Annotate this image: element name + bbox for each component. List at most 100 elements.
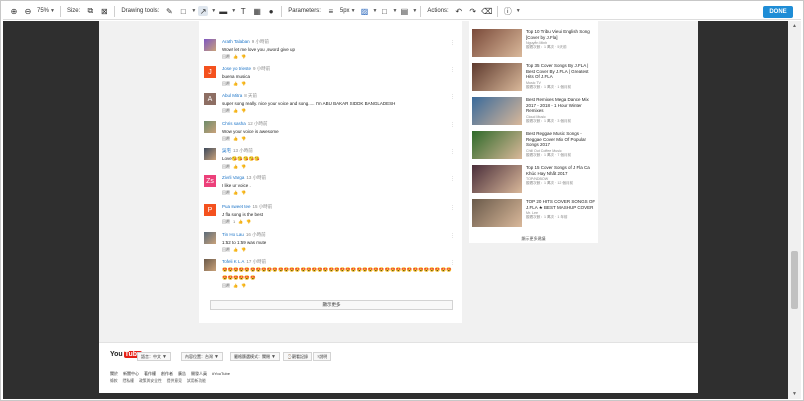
footer-link[interactable]: 條款 — [110, 379, 118, 383]
avatar[interactable]: P — [204, 204, 216, 216]
undo-icon[interactable]: ↶ — [454, 6, 464, 16]
more-options-icon[interactable]: ⋮ — [450, 149, 455, 155]
chevron-down-icon[interactable]: ▼ — [373, 8, 378, 14]
footer-link[interactable]: 新聞中心 — [123, 371, 139, 376]
scroll-down-icon[interactable]: ▼ — [792, 391, 797, 397]
thumbs-up-icon[interactable]: 👍 — [233, 164, 238, 169]
history-button[interactable]: ⌚ 觀看記錄 — [283, 352, 312, 361]
comment-author[interactable]: Tofeli K L A — [222, 259, 244, 264]
stroke-color-icon[interactable]: ▨ — [360, 6, 370, 16]
video-thumbnail[interactable] — [472, 63, 522, 91]
more-options-icon[interactable]: ⋮ — [450, 176, 455, 182]
crop-icon[interactable]: ⧉ — [85, 6, 95, 16]
related-video-item[interactable]: Top 10 Tribu Vieui English Song [Cover b… — [472, 29, 596, 59]
comment-author[interactable]: Jose yo trieste — [222, 66, 251, 71]
done-button[interactable]: DONE — [763, 6, 793, 18]
thumbs-up-icon[interactable]: 👍 — [238, 219, 243, 224]
comment-time[interactable]: 13 小時前 — [246, 175, 266, 180]
avatar[interactable]: J — [204, 66, 216, 78]
fill-color-icon[interactable]: □ — [379, 6, 389, 16]
related-video-item[interactable]: Top 35 Cover Songs By J.FLA | Best Cover… — [472, 63, 596, 93]
video-thumbnail[interactable] — [472, 199, 522, 227]
reply-link[interactable]: 回覆 — [222, 190, 230, 195]
video-thumbnail[interactable] — [472, 97, 522, 125]
comment-author[interactable]: 吳宅 — [222, 148, 231, 153]
scroll-thumb[interactable] — [791, 251, 798, 309]
resize-icon[interactable]: ⊠ — [99, 6, 109, 16]
scroll-up-icon[interactable]: ▲ — [792, 23, 797, 29]
blur-icon[interactable]: ▦ — [252, 6, 262, 16]
video-thumbnail[interactable] — [472, 165, 522, 193]
comment-time[interactable]: 9 小時前 — [253, 66, 270, 71]
video-title[interactable]: Top 10 Tribu Vieui English Song [Cover b… — [526, 29, 596, 40]
video-thumbnail[interactable] — [472, 131, 522, 159]
related-video-item[interactable]: Best Reggae Music Songs - Reggae Cover M… — [472, 131, 596, 161]
thumbs-up-icon[interactable]: 👍 — [233, 108, 238, 113]
comment-author[interactable]: Zivrli Varga — [222, 175, 244, 180]
reply-link[interactable]: 回覆 — [222, 136, 230, 141]
footer-link[interactable]: 關於 — [110, 371, 118, 376]
thumbs-down-icon[interactable]: 👎 — [241, 283, 246, 288]
chevron-down-icon[interactable]: ▼ — [231, 8, 236, 14]
comment-author[interactable]: Pua sweet tee — [222, 204, 251, 209]
thumbs-down-icon[interactable]: 👎 — [241, 81, 246, 86]
more-options-icon[interactable]: ⋮ — [450, 40, 455, 46]
thumbs-up-icon[interactable]: 👍 — [233, 247, 238, 252]
more-options-icon[interactable]: ⋮ — [450, 233, 455, 239]
reply-link[interactable]: 回覆 — [222, 108, 230, 113]
comment-time[interactable]: 16 小時前 — [246, 232, 266, 237]
thumbs-down-icon[interactable]: 👎 — [241, 136, 246, 141]
redo-icon[interactable]: ↷ — [468, 6, 478, 16]
pen-icon[interactable]: ✎ — [164, 6, 174, 16]
related-video-item[interactable]: TOP 20 HITS COVER SONGS OF J.FLA ★ BEST … — [472, 199, 596, 229]
footer-link[interactable]: 開發人員 — [191, 371, 207, 376]
info-icon[interactable]: ⓘ — [503, 6, 513, 16]
footer-link[interactable]: 創作者 — [161, 371, 173, 376]
chevron-down-icon[interactable]: ▼ — [392, 8, 397, 14]
comment-author[interactable]: Tin Ho Lau — [222, 232, 244, 237]
related-video-item[interactable]: Best Remixes Mega Dance Mix 2017 - 2018 … — [472, 97, 596, 127]
arrow-icon[interactable]: ↗ — [198, 6, 209, 16]
show-more-suggestions-link[interactable]: 顯示更多建議 — [469, 236, 598, 242]
video-title[interactable]: Top 15 Cover Songs of J Fla Ca Khúc Hay … — [526, 165, 596, 176]
related-video-item[interactable]: Top 15 Cover Songs of J Fla Ca Khúc Hay … — [472, 165, 596, 195]
thumbs-down-icon[interactable]: 👎 — [241, 247, 246, 252]
more-options-icon[interactable]: ⋮ — [450, 205, 455, 211]
thumbs-up-icon[interactable]: 👍 — [233, 81, 238, 86]
thumbs-up-icon[interactable]: 👍 — [233, 136, 238, 141]
chevron-down-icon[interactable]: ▼ — [516, 8, 521, 14]
chevron-down-icon[interactable]: ▼ — [191, 8, 196, 14]
comment-author[interactable]: Abul Mitra — [222, 93, 242, 98]
avatar[interactable] — [204, 148, 216, 160]
thumbs-up-icon[interactable]: 👍 — [233, 54, 238, 59]
comment-author[interactable]: Arath Talaban — [222, 39, 250, 44]
zoom-out-icon[interactable]: ⊖ — [23, 6, 33, 16]
reply-link[interactable]: 回覆 — [222, 81, 230, 86]
video-thumbnail[interactable] — [472, 29, 522, 57]
comment-time[interactable]: 15 小時前 — [253, 204, 273, 209]
location-button[interactable]: 內容位置：台灣 ▼ — [181, 352, 223, 361]
reply-link[interactable]: 回覆 — [222, 247, 230, 252]
avatar[interactable]: A — [204, 93, 216, 105]
video-title[interactable]: TOP 20 HITS COVER SONGS OF J.FLA ★ BEST … — [526, 199, 596, 210]
footer-link[interactable]: #YouTube — [212, 371, 230, 376]
more-options-icon[interactable]: ⋮ — [450, 122, 455, 128]
zoom-in-icon[interactable]: ⊕ — [9, 6, 19, 16]
footer-link[interactable]: 隱私權 — [123, 379, 134, 383]
show-more-comments-button[interactable]: 顯示更多 — [210, 300, 453, 310]
avatar[interactable] — [204, 39, 216, 51]
comment-time[interactable]: 12 小時前 — [248, 121, 268, 126]
thumbs-down-icon[interactable]: 👎 — [241, 108, 246, 113]
reply-link[interactable]: 回覆 — [222, 283, 230, 288]
thumbs-down-icon[interactable]: 👎 — [241, 190, 246, 195]
footer-link[interactable]: 試用新功能 — [187, 379, 206, 383]
restricted-mode-button[interactable]: 嚴格篩選模式：關閉 ▼ — [230, 352, 280, 361]
help-button[interactable]: ? 說明 — [313, 352, 332, 361]
comment-author[interactable]: Chris sasha — [222, 121, 246, 126]
video-title[interactable]: Top 35 Cover Songs By J.FLA | Best Cover… — [526, 63, 596, 80]
avatar[interactable]: Zs — [204, 175, 216, 187]
delete-icon[interactable]: ⌫ — [481, 6, 492, 16]
video-title[interactable]: Best Remixes Mega Dance Mix 2017 - 2018 … — [526, 97, 596, 114]
language-button[interactable]: 語言：中文 ▼ — [137, 352, 171, 361]
reply-link[interactable]: 回覆 — [222, 219, 230, 224]
